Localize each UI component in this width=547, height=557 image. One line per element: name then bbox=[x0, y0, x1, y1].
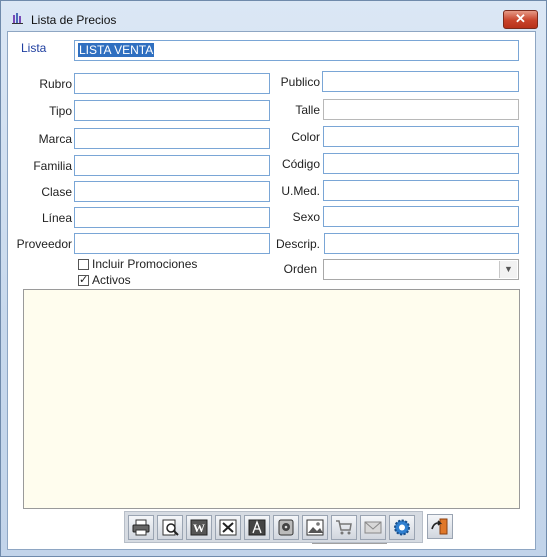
lista-label: Lista bbox=[21, 41, 47, 55]
lista-value: LISTA VENTA bbox=[78, 43, 155, 57]
settings-button[interactable] bbox=[389, 515, 415, 540]
proveedor-input[interactable] bbox=[74, 233, 270, 254]
proveedor-label: Proveedor bbox=[16, 237, 72, 251]
rubro-input[interactable] bbox=[74, 73, 270, 94]
preview-button[interactable] bbox=[157, 515, 183, 540]
cart-button[interactable] bbox=[331, 515, 357, 540]
marca-label: Marca bbox=[38, 132, 72, 146]
incluir-promociones-checkbox[interactable] bbox=[78, 259, 89, 270]
print-button[interactable] bbox=[128, 515, 154, 540]
results-grid[interactable] bbox=[23, 289, 520, 509]
descrip-label: Descrip. bbox=[275, 237, 320, 251]
color-input[interactable] bbox=[323, 126, 519, 147]
preview-icon bbox=[162, 519, 179, 536]
linea-input[interactable] bbox=[74, 207, 270, 228]
word-icon: W bbox=[190, 519, 208, 536]
close-button[interactable]: ✕ bbox=[503, 10, 538, 29]
codigo-input[interactable] bbox=[323, 153, 519, 174]
disk-button[interactable] bbox=[273, 515, 299, 540]
familia-label: Familia bbox=[33, 159, 72, 173]
title-bar[interactable]: Lista de Precios ✕ bbox=[1, 1, 546, 31]
scroll-indicator bbox=[312, 543, 387, 548]
form-area: Lista LISTA VENTA Rubro Tipo Marca Famil… bbox=[7, 31, 536, 550]
image-button[interactable] bbox=[302, 515, 328, 540]
publico-label: Publico bbox=[280, 75, 320, 89]
excel-icon bbox=[219, 519, 237, 536]
umed-input[interactable] bbox=[323, 180, 519, 201]
disk-icon bbox=[278, 519, 294, 536]
print-icon bbox=[132, 519, 150, 536]
orden-label: Orden bbox=[283, 262, 317, 276]
umed-label: U.Med. bbox=[281, 184, 320, 198]
activos-checkbox[interactable] bbox=[78, 273, 89, 286]
activos-label: Activos bbox=[92, 273, 131, 287]
main-window: Lista de Precios ✕ Lista LISTA VENTA Rub… bbox=[0, 0, 547, 557]
codigo-label: Código bbox=[281, 157, 320, 171]
talle-label: Talle bbox=[295, 103, 320, 117]
excel-button[interactable] bbox=[215, 515, 241, 540]
tipo-input[interactable] bbox=[74, 100, 270, 121]
mail-icon bbox=[364, 521, 382, 534]
bottom-toolbar: W bbox=[124, 511, 423, 543]
lista-input[interactable]: LISTA VENTA bbox=[74, 40, 519, 61]
pdf-icon bbox=[248, 519, 266, 536]
marca-input[interactable] bbox=[74, 128, 270, 149]
familia-input[interactable] bbox=[74, 155, 270, 176]
app-chart-icon bbox=[12, 13, 23, 24]
clase-label: Clase bbox=[41, 185, 72, 199]
descrip-input[interactable] bbox=[324, 233, 519, 254]
image-icon bbox=[306, 519, 324, 536]
publico-input[interactable] bbox=[322, 71, 519, 92]
color-label: Color bbox=[291, 130, 320, 144]
exit-button[interactable] bbox=[427, 514, 453, 539]
sexo-input[interactable] bbox=[323, 206, 519, 227]
word-button[interactable]: W bbox=[186, 515, 212, 540]
svg-text:W: W bbox=[193, 521, 205, 535]
exit-icon bbox=[431, 518, 448, 535]
talle-input[interactable] bbox=[323, 99, 519, 120]
cart-icon bbox=[336, 520, 352, 535]
linea-label: Línea bbox=[41, 211, 72, 225]
window-title: Lista de Precios bbox=[31, 13, 117, 27]
clase-input[interactable] bbox=[74, 181, 270, 202]
chevron-down-icon[interactable]: ▼ bbox=[499, 261, 517, 278]
orden-select[interactable]: ▼ bbox=[323, 259, 519, 280]
mail-button[interactable] bbox=[360, 515, 386, 540]
settings-icon bbox=[394, 519, 410, 536]
rubro-label: Rubro bbox=[39, 77, 72, 91]
pdf-button[interactable] bbox=[244, 515, 270, 540]
incluir-promociones-label: Incluir Promociones bbox=[92, 257, 198, 271]
sexo-label: Sexo bbox=[292, 210, 320, 224]
tipo-label: Tipo bbox=[49, 104, 72, 118]
